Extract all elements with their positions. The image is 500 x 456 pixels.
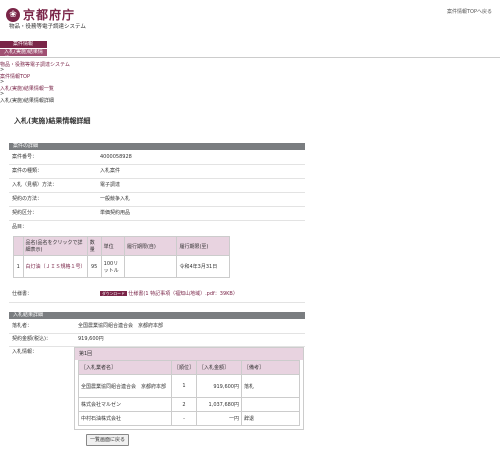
col-header-rank: ［順位］ bbox=[171, 360, 197, 375]
row-value: 一般競争入札 bbox=[100, 196, 131, 202]
bidder-name: 株式会社マルゼン bbox=[78, 397, 172, 412]
col-header-bidder: ［入札業者名］ bbox=[78, 360, 172, 375]
row-label: 契約区分： bbox=[12, 210, 38, 216]
back-to-list-button[interactable]: 一覧画面に戻る bbox=[86, 434, 130, 446]
col-header-period-from: 履行期限(自) bbox=[123, 236, 178, 256]
breadcrumb-current: 入札(実施)結果情報詳細 bbox=[0, 98, 54, 104]
round-label: 第1回 bbox=[75, 348, 303, 360]
row-label: 品目： bbox=[12, 224, 28, 230]
breadcrumb-system[interactable]: 物品・役務等電子調達システム bbox=[0, 61, 70, 68]
nav-tabs: 案件情報 入札(実施)結果情報 bbox=[0, 41, 47, 62]
item-index: 1 bbox=[13, 255, 24, 278]
table-row: 1 白灯油（ＪＩＳ規格１号） 95 100リットル 令和4年3月31日 bbox=[13, 255, 230, 278]
detail-section-header: 案件の詳細 bbox=[9, 143, 305, 150]
detail-row-bid-method: 入札（見積）方法： 電子調達 bbox=[9, 179, 305, 193]
row-value: 入札案件 bbox=[100, 168, 121, 174]
detail-row-case-number: 案件番号： 4000058928 bbox=[9, 151, 305, 165]
row-label: 契約の方法： bbox=[12, 196, 43, 202]
bid-results-table: ［入札業者名］ ［順位］ ［入札金額］ ［備考］ 全国農業協同組合連合会 京都府… bbox=[78, 360, 300, 426]
breadcrumb-case-top[interactable]: 案件情報TOP bbox=[0, 73, 30, 80]
detail-row-case-type: 案件の種類： 入札案件 bbox=[9, 165, 305, 179]
table-row: 株式会社マルゼン 2 1,037,680円 bbox=[78, 397, 300, 412]
bid-amount: 919,600円 bbox=[196, 374, 242, 398]
bid-remarks bbox=[241, 397, 300, 412]
detail-row-contract-method: 契約の方法： 一般競争入札 bbox=[9, 193, 305, 207]
table-header-row: ［入札業者名］ ［順位］ ［入札金額］ ［備考］ bbox=[78, 360, 300, 375]
col-header-period-to: 履行期限(至) bbox=[176, 236, 230, 256]
col-header-item-name: 品名(品名をクリックで詳細表示) bbox=[22, 236, 88, 256]
page-title: 入札(実施)結果情報詳細 bbox=[14, 117, 91, 125]
detail-row-items: 品目： bbox=[9, 221, 305, 234]
row-value: 電子調達 bbox=[100, 182, 121, 188]
spec-label: 仕様書： bbox=[12, 291, 33, 297]
row-label: 案件番号： bbox=[12, 154, 38, 160]
tab-bid-results[interactable]: 入札(実施)結果情報 bbox=[0, 49, 47, 62]
item-name-link[interactable]: 白灯油（ＪＩＳ規格１号） bbox=[22, 255, 88, 278]
row-label: 案件の種類： bbox=[12, 168, 43, 174]
table-row: 全国農業協同組合連合会 京都府本部 1 919,600円 落札 bbox=[78, 374, 300, 398]
items-table: 品名(品名をクリックで詳細表示) 数量 単位 履行期限(自) 履行期限(至) 1… bbox=[13, 236, 230, 278]
nav-divider bbox=[0, 57, 500, 58]
bid-remarks: 辞退 bbox=[241, 411, 300, 426]
bid-amount: 一円 bbox=[196, 411, 242, 426]
row-label: 入札情報： bbox=[12, 349, 38, 355]
spec-row: 仕様書： ダウンロード 仕様書(1 特記事項（福知山地域）.pdf：39KB） bbox=[9, 286, 305, 303]
bid-results-box: 第1回 ［入札業者名］ ［順位］ ［入札金額］ ［備考］ 全国農業協同組合連合会… bbox=[74, 347, 304, 430]
row-value: 全国農業協同組合連合会 京都府本部 bbox=[78, 323, 164, 329]
row-label: 落札者： bbox=[12, 323, 33, 329]
breadcrumb-result-list[interactable]: 入札(実施)結果情報一覧 bbox=[0, 85, 54, 92]
row-label: 入札（見積）方法： bbox=[12, 182, 58, 188]
row-value: 919,600円 bbox=[78, 336, 104, 342]
download-badge[interactable]: ダウンロード bbox=[100, 291, 127, 296]
row-label: 契約金額(税込)： bbox=[12, 336, 51, 342]
bid-rank: 1 bbox=[171, 374, 197, 398]
item-period-to: 令和4年3月31日 bbox=[176, 255, 230, 278]
item-unit: 100リットル bbox=[100, 255, 125, 278]
result-row-contract-amount: 契約金額(税込)： 919,600円 bbox=[9, 333, 305, 347]
table-header-row: 品名(品名をクリックで詳細表示) 数量 単位 履行期限(自) 履行期限(至) bbox=[13, 236, 230, 256]
back-to-top-link[interactable]: 案件情報TOPへ戻る bbox=[447, 8, 492, 15]
table-row: 中村石油株式会社 - 一円 辞退 bbox=[78, 411, 300, 426]
bid-remarks: 落札 bbox=[241, 374, 300, 398]
item-quantity: 95 bbox=[86, 255, 102, 278]
bidder-name: 中村石油株式会社 bbox=[78, 411, 172, 426]
col-header-bid-amount: ［入札金額］ bbox=[196, 360, 242, 375]
item-period-from bbox=[123, 255, 178, 278]
col-header bbox=[13, 236, 24, 256]
col-header-unit: 単位 bbox=[100, 236, 125, 256]
col-header-quantity: 数量 bbox=[86, 236, 102, 256]
row-value: 単価契約用品 bbox=[100, 210, 131, 216]
detail-row-contract-class: 契約区分： 単価契約用品 bbox=[9, 207, 305, 221]
col-header-remarks: ［備考］ bbox=[241, 360, 300, 375]
bid-rank: 2 bbox=[171, 397, 197, 412]
bid-amount: 1,037,680円 bbox=[196, 397, 242, 412]
system-name: 物品・役務等電子調達システム bbox=[9, 24, 86, 30]
result-section-header: 入札結果詳細 bbox=[9, 312, 305, 319]
tab-case-info[interactable]: 案件情報 bbox=[0, 41, 47, 48]
result-row-winner: 落札者： 全国農業協同組合連合会 京都府本部 bbox=[9, 320, 305, 334]
crest-icon: ❀ bbox=[6, 7, 20, 22]
logo-text: 京都府庁 bbox=[23, 8, 76, 22]
spec-file-link[interactable]: 仕様書(1 特記事項（福知山地域）.pdf：39KB） bbox=[128, 291, 238, 297]
bidder-name: 全国農業協同組合連合会 京都府本部 bbox=[78, 374, 172, 398]
site-logo[interactable]: ❀ 京都府庁 bbox=[6, 6, 75, 23]
row-value: 4000058928 bbox=[100, 154, 132, 160]
bid-rank: - bbox=[171, 411, 197, 426]
